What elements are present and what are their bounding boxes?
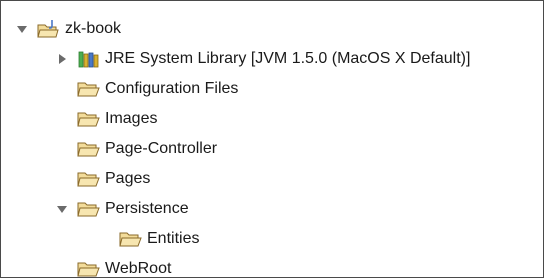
tree-item-label: Page-Controller [105, 140, 218, 157]
project-explorer-tree: zk-book JRE System Library [JVM 1.5.0 (M… [0, 0, 544, 278]
collapsed-arrow-icon[interactable] [55, 52, 69, 66]
tree-node-configuration-files[interactable]: Configuration Files [75, 77, 238, 101]
library-icon [75, 49, 101, 69]
folder-open-icon [117, 229, 143, 249]
tree-node-entities[interactable]: Entities [117, 227, 199, 251]
folder-open-icon [75, 139, 101, 159]
tree-item-label: Images [105, 110, 158, 127]
tree-item-label: Entities [147, 230, 200, 247]
expanded-arrow-icon[interactable] [15, 22, 29, 36]
tree-item-label: Persistence [105, 200, 189, 217]
tree-item-label: Configuration Files [105, 80, 239, 97]
tree-node-images[interactable]: Images [75, 107, 157, 131]
tree-node-pages[interactable]: Pages [75, 167, 150, 191]
tree-node-project[interactable]: zk-book [15, 17, 121, 41]
folder-open-icon [75, 199, 101, 219]
folder-open-icon [75, 109, 101, 129]
expanded-arrow-icon[interactable] [55, 202, 69, 216]
tree-node-persistence[interactable]: Persistence [55, 197, 189, 221]
java-project-icon [35, 19, 61, 39]
project-label: zk-book [65, 20, 122, 37]
tree-node-jre-library[interactable]: JRE System Library [JVM 1.5.0 (MacOS X D… [55, 47, 470, 71]
tree-node-webroot[interactable]: WebRoot [75, 257, 172, 277]
tree-item-label: JRE System Library [JVM 1.5.0 (MacOS X D… [105, 50, 471, 67]
tree-item-label: Pages [105, 170, 151, 187]
folder-open-icon [75, 79, 101, 99]
folder-open-icon [75, 259, 101, 277]
tree-item-label: WebRoot [105, 260, 172, 277]
folder-open-icon [75, 169, 101, 189]
tree-node-page-controller[interactable]: Page-Controller [75, 137, 217, 161]
